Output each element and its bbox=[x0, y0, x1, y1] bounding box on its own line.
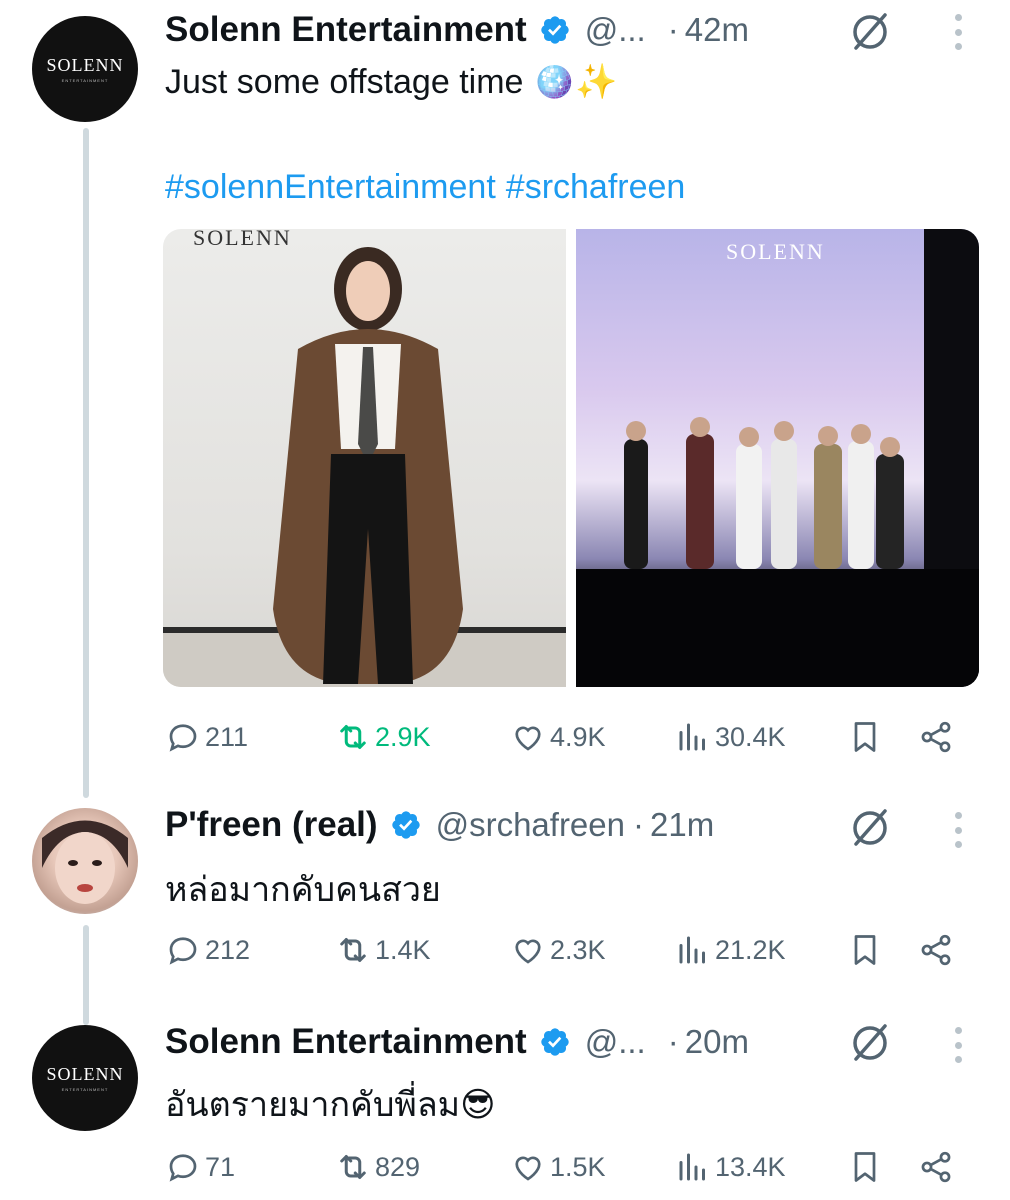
heart-icon bbox=[515, 1156, 541, 1181]
repost-count: 829 bbox=[375, 1151, 421, 1182]
separator-dot: · bbox=[633, 806, 644, 843]
views-count: 13.4K bbox=[715, 1151, 786, 1182]
views-button[interactable]: 21.2K bbox=[675, 930, 786, 970]
views-count: 21.2K bbox=[715, 934, 786, 965]
avatar-logo-text: SOLENN bbox=[46, 55, 124, 75]
separator-dot: · bbox=[667, 1023, 679, 1060]
repost-icon bbox=[340, 1155, 366, 1179]
share-icon[interactable] bbox=[918, 932, 954, 968]
photo-woman-brown-coat[interactable]: SOLENN bbox=[163, 229, 566, 687]
reply-button[interactable]: 71 bbox=[165, 1147, 235, 1187]
views-chart-icon bbox=[679, 936, 705, 964]
like-button[interactable]: 4.9K bbox=[510, 717, 606, 757]
more-options-icon[interactable] bbox=[954, 812, 962, 848]
like-button[interactable]: 2.3K bbox=[510, 930, 606, 970]
grok-icon[interactable] bbox=[848, 806, 892, 850]
author-handle[interactable]: @... bbox=[585, 1023, 646, 1061]
avatar[interactable]: SOLENN ENTERTAINMENT bbox=[32, 1025, 138, 1131]
reply-count: 212 bbox=[205, 934, 251, 965]
tweet-text: หล่อมากคับคนสวย bbox=[165, 871, 441, 909]
more-options-icon[interactable] bbox=[954, 1027, 962, 1063]
photo-stage-group[interactable]: SOLENN bbox=[576, 229, 979, 687]
reply-icon bbox=[169, 724, 197, 752]
like-count: 2.3K bbox=[550, 934, 606, 965]
like-button[interactable]: 1.5K bbox=[510, 1147, 606, 1187]
verified-badge-icon bbox=[541, 16, 569, 44]
views-button[interactable]: 13.4K bbox=[675, 1147, 786, 1187]
tweet-time[interactable]: 20m bbox=[685, 1023, 749, 1061]
grok-icon[interactable] bbox=[848, 10, 892, 54]
repost-count: 2.9K bbox=[375, 721, 431, 752]
avatar[interactable]: SOLENN ENTERTAINMENT bbox=[32, 16, 138, 122]
repost-button[interactable]: 2.9K bbox=[335, 717, 431, 757]
views-button[interactable]: 30.4K bbox=[675, 717, 786, 757]
separator-dot: · bbox=[667, 11, 679, 48]
bookmark-icon[interactable] bbox=[847, 932, 883, 968]
views-chart-icon bbox=[679, 1153, 705, 1181]
heart-icon bbox=[515, 939, 541, 964]
repost-icon bbox=[340, 725, 366, 749]
tweet-actions: 211 2.9K 4.9K 30.4K bbox=[165, 717, 960, 757]
avatar[interactable] bbox=[32, 808, 138, 914]
tweet[interactable]: P'freen (real) @srchafreen · 21m หล่อมาก… bbox=[0, 790, 1010, 1005]
hashtag-link[interactable]: #solennEntertainment bbox=[165, 168, 496, 206]
tweet[interactable]: SOLENN ENTERTAINMENT Solenn Entertainmen… bbox=[0, 0, 1010, 790]
grok-icon[interactable] bbox=[848, 1021, 892, 1065]
repost-count: 1.4K bbox=[375, 934, 431, 965]
verified-badge-icon bbox=[391, 811, 420, 839]
tweet-actions: 212 1.4K 2.3K 21.2K bbox=[165, 930, 960, 970]
verified-badge-icon bbox=[541, 1028, 569, 1056]
more-options-icon[interactable] bbox=[954, 14, 962, 50]
share-icon[interactable] bbox=[918, 719, 954, 755]
author-name[interactable]: Solenn Entertainment bbox=[165, 1022, 527, 1062]
bookmark-icon[interactable] bbox=[847, 1149, 883, 1185]
tweet-text: Just some offstage time 🪩✨ bbox=[165, 63, 618, 101]
photo-figure-illustration bbox=[163, 247, 566, 687]
like-count: 1.5K bbox=[550, 1151, 606, 1182]
reply-button[interactable]: 212 bbox=[165, 930, 250, 970]
hashtags: #solennEntertainment #srchafreen bbox=[165, 168, 695, 207]
avatar-logo-subtext: ENTERTAINMENT bbox=[61, 1087, 109, 1092]
views-chart-icon bbox=[679, 723, 705, 751]
repost-button[interactable]: 1.4K bbox=[335, 930, 431, 970]
avatar-logo-subtext: ENTERTAINMENT bbox=[61, 78, 109, 83]
photo-group-illustration bbox=[624, 417, 904, 569]
tweet-time[interactable]: 21m bbox=[650, 806, 714, 844]
bookmark-icon[interactable] bbox=[847, 719, 883, 755]
author-name[interactable]: Solenn Entertainment bbox=[165, 10, 527, 50]
reply-button[interactable]: 211 bbox=[165, 717, 248, 757]
repost-icon bbox=[340, 938, 366, 962]
like-count: 4.9K bbox=[550, 721, 606, 752]
hashtag-link[interactable]: #srchafreen bbox=[506, 168, 686, 206]
author-handle[interactable]: @srchafreen bbox=[436, 806, 625, 844]
reply-count: 71 bbox=[205, 1151, 236, 1182]
avatar-logo-text: SOLENN bbox=[46, 1064, 124, 1084]
author-handle[interactable]: @... bbox=[585, 11, 646, 49]
repost-button[interactable]: 829 bbox=[335, 1147, 420, 1187]
media-grid: SOLENN SOLENN bbox=[163, 229, 979, 687]
tweet-text: อันตรายมากคับพี่ลม😎 bbox=[165, 1086, 496, 1124]
tweet-time[interactable]: 42m bbox=[685, 11, 749, 49]
heart-icon bbox=[515, 726, 541, 751]
author-name[interactable]: P'freen (real) bbox=[165, 805, 378, 845]
reply-icon bbox=[169, 937, 197, 965]
share-icon[interactable] bbox=[918, 1149, 954, 1185]
tweet-actions: 71 829 1.5K 13.4K bbox=[165, 1147, 960, 1187]
avatar-face-illustration bbox=[42, 820, 128, 904]
tweet[interactable]: SOLENN ENTERTAINMENT Solenn Entertainmen… bbox=[0, 1005, 1010, 1200]
views-count: 30.4K bbox=[715, 721, 786, 752]
reply-icon bbox=[169, 1154, 197, 1182]
reply-count: 211 bbox=[205, 721, 249, 752]
